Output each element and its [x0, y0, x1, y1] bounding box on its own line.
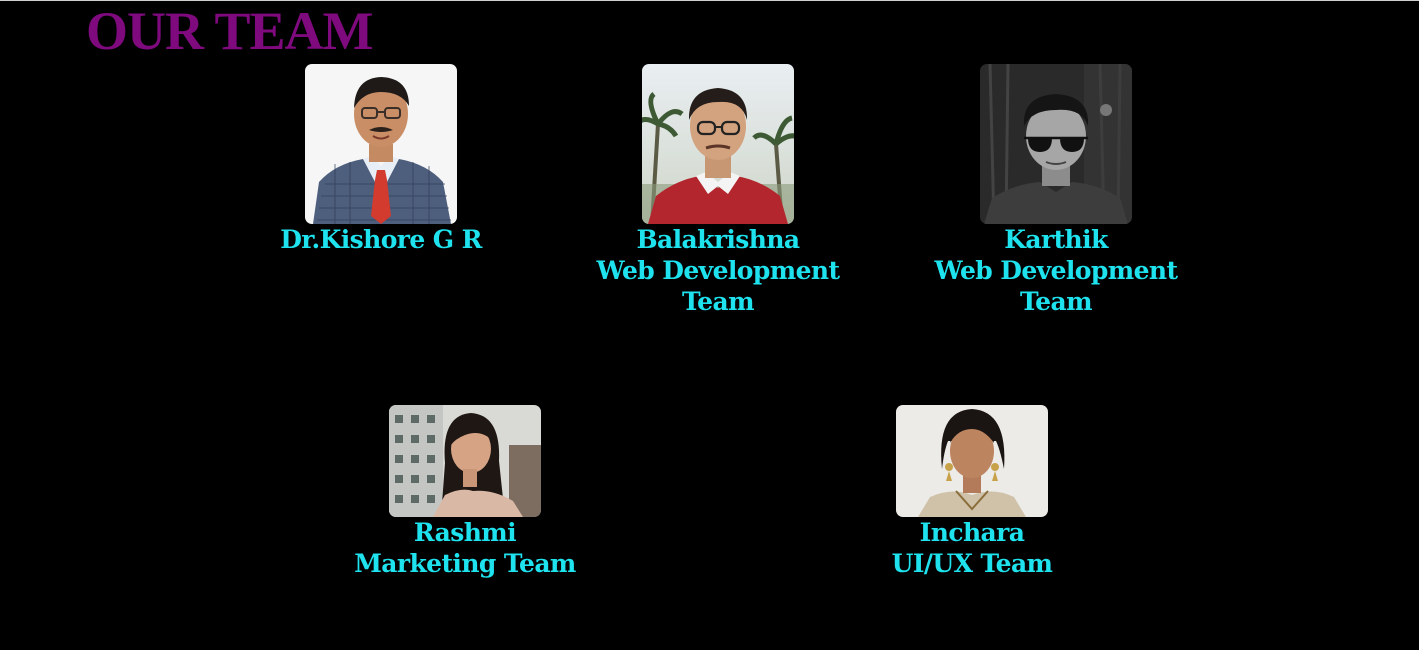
member-info: Karthik Web Development Team [935, 224, 1178, 317]
member-name: Karthik [1004, 225, 1108, 254]
member-role-cont: Team [682, 287, 755, 316]
member-photo [642, 64, 794, 224]
member-role: UI/UX Team [891, 549, 1053, 578]
member-photo [980, 64, 1132, 224]
team-member-card: Balakrishna Web Development Team [568, 64, 868, 317]
portrait-woman-building [389, 405, 541, 517]
member-role: Web Development [934, 256, 1178, 285]
member-info: Balakrishna Web Development Team [597, 224, 840, 317]
team-member-card: Karthik Web Development Team [906, 64, 1206, 317]
member-name: Balakrishna [636, 225, 800, 254]
team-member-card: Dr.Kishore G R [231, 64, 531, 255]
member-photo [305, 64, 457, 224]
member-photo [389, 405, 541, 517]
member-photo [896, 405, 1048, 517]
page-title: OUR TEAM [86, 1, 374, 61]
member-role: Marketing Team [354, 549, 576, 578]
team-member-card: Inchara UI/UX Team [822, 405, 1122, 579]
member-info: Dr.Kishore G R [280, 224, 482, 255]
member-info: Inchara UI/UX Team [892, 517, 1053, 579]
portrait-young-man-glasses [642, 64, 794, 224]
member-info: Rashmi Marketing Team [354, 517, 576, 579]
team-member-card: Rashmi Marketing Team [315, 405, 615, 579]
member-name: Dr.Kishore G R [280, 225, 482, 254]
member-role-cont: Team [1020, 287, 1093, 316]
member-role: Web Development [596, 256, 840, 285]
portrait-man-sunglasses-bw [980, 64, 1132, 224]
member-name: Inchara [919, 518, 1025, 547]
portrait-man-formal [305, 64, 457, 224]
portrait-woman-earrings [896, 405, 1048, 517]
member-name: Rashmi [413, 518, 517, 547]
